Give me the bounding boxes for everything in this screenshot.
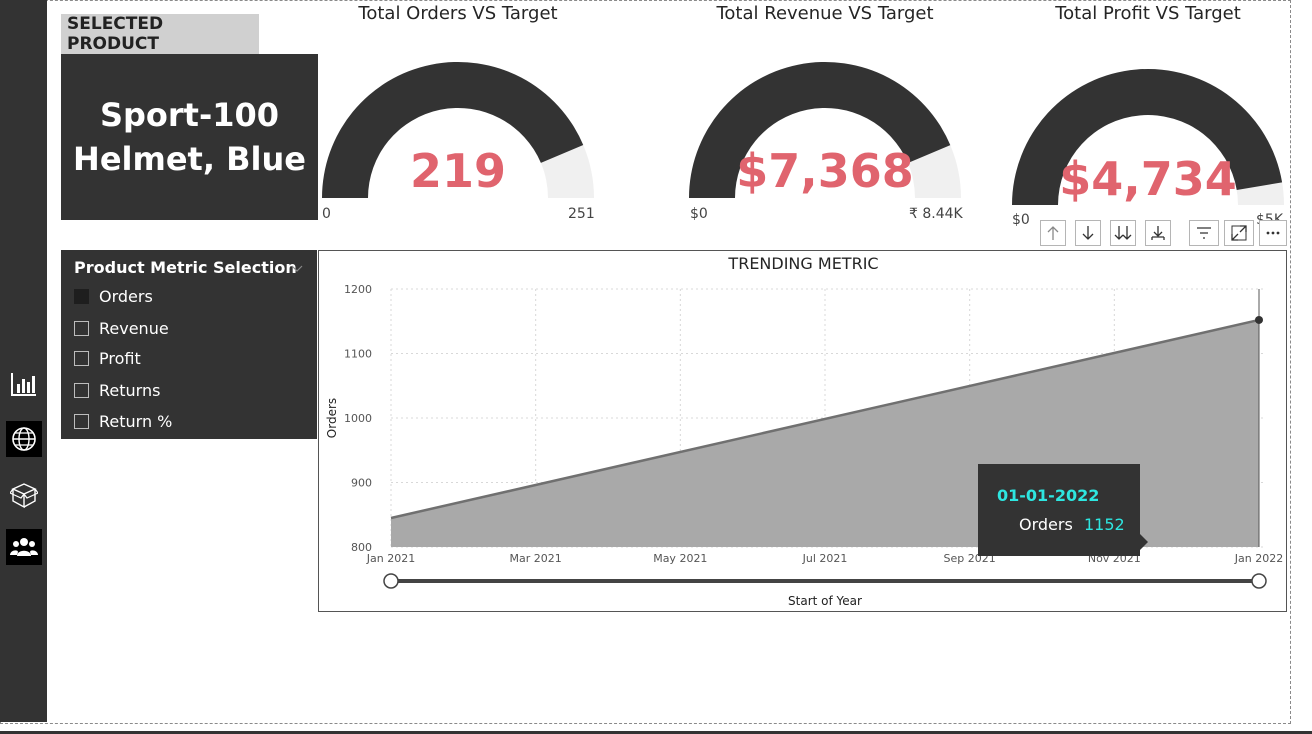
slicer-item-return-pct[interactable]: Return % [74, 409, 172, 433]
bar-chart-icon[interactable] [6, 366, 42, 402]
gauge-title: Total Revenue VS Target [716, 3, 934, 24]
gauge-value: $7,368 [736, 144, 914, 198]
tooltip-date: 01-01-2022 [997, 486, 1100, 505]
gauge-min-label: 0 [322, 206, 331, 222]
product-name-line2: Helmet, Blue [73, 140, 306, 178]
people-icon[interactable] [6, 529, 42, 565]
gauge-value: 219 [409, 144, 507, 198]
trending-metric-chart[interactable]: TRENDING METRIC [318, 250, 1287, 612]
gauge-min-label: $0 [1012, 212, 1030, 228]
checkbox[interactable] [74, 320, 89, 336]
gauge-value: $4,734 [1059, 152, 1237, 206]
more-options-icon[interactable] [1259, 220, 1287, 246]
slicer-title: Product Metric Selection [74, 258, 297, 277]
checkbox[interactable] [74, 382, 89, 398]
slicer-item-label: Profit [99, 348, 141, 368]
tooltip-value: 1152 [1084, 515, 1125, 534]
chart-tooltip: 01-01-2022 Orders 1152 [978, 464, 1148, 556]
gauge-min-label: $0 [690, 206, 708, 222]
chevron-down-icon[interactable] [291, 258, 303, 277]
chart-title: TRENDING METRIC [728, 254, 879, 273]
gauge-max-label: ₹ 8.44K [909, 206, 963, 222]
arrow-down-icon[interactable] [1075, 220, 1101, 246]
filter-icon[interactable] [1189, 220, 1219, 246]
checkbox[interactable] [74, 350, 89, 366]
selected-product-card: Sport-100 Helmet, Blue [61, 54, 318, 220]
slicer-item-returns[interactable]: Returns [74, 378, 160, 402]
product-metric-slicer: Product Metric Selection Orders Revenue … [61, 250, 317, 439]
slicer-item-profit[interactable]: Profit [74, 346, 141, 370]
focus-mode-icon[interactable] [1224, 220, 1254, 246]
expand-hierarchy-icon[interactable] [1145, 220, 1171, 246]
double-arrow-down-icon[interactable] [1110, 220, 1136, 246]
product-name-line1: Sport-100 [99, 96, 280, 134]
checkbox[interactable] [74, 413, 89, 429]
tooltip-label: Orders [1019, 515, 1073, 534]
box-icon[interactable] [6, 477, 42, 513]
gauge-title: Total Orders VS Target [358, 3, 558, 24]
gauge-title: Total Profit VS Target [1055, 3, 1241, 24]
slicer-item-orders[interactable]: Orders [74, 284, 153, 308]
gauge-max-label: 251 [568, 206, 595, 222]
left-nav-rail [0, 0, 47, 722]
selected-product-label: SELECTED PRODUCT [61, 14, 259, 54]
slicer-item-label: Orders [99, 286, 153, 306]
arrow-up-icon[interactable] [1040, 220, 1066, 246]
slicer-item-label: Return % [99, 411, 173, 431]
checkbox[interactable] [74, 288, 89, 304]
slicer-item-revenue[interactable]: Revenue [74, 316, 169, 340]
globe-icon[interactable] [6, 421, 42, 457]
slicer-item-label: Returns [99, 380, 161, 400]
slicer-item-label: Revenue [99, 318, 169, 338]
